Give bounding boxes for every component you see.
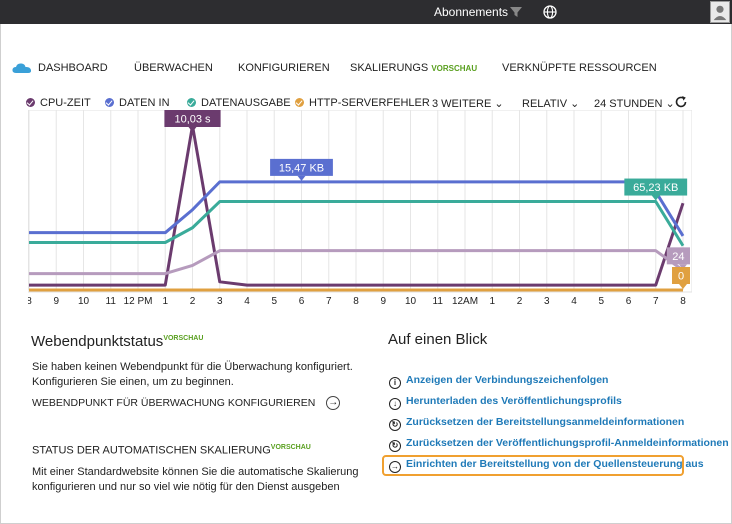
- reset-icon: ↻: [389, 440, 401, 452]
- x-tick-label: 8: [680, 296, 686, 307]
- download-icon: ↓: [389, 398, 401, 410]
- x-tick-label: 8: [353, 296, 359, 307]
- data-label-text: 0: [678, 271, 684, 283]
- refresh-icon[interactable]: [674, 95, 688, 109]
- avatar-icon[interactable]: [710, 1, 730, 23]
- subscriptions-label[interactable]: Abonnements: [434, 5, 508, 19]
- autoscale-status-title: STATUS DER AUTOMATISCHEN SKALIERUNGVORSC…: [32, 440, 311, 459]
- tab-scale[interactable]: SKALIERUNGS VORSCHAU: [350, 62, 477, 74]
- tab-scale-label: SKALIERUNGS: [350, 62, 429, 74]
- metrics-chart: 10,03 s15,47 KB65,23 KB240 8 9 10 11 12 PM 1 2…: [28, 110, 692, 307]
- relative-dropdown[interactable]: RELATIV: [522, 97, 579, 110]
- autoscale-desc-line2: konfigurieren und nur so viel wie nötig …: [32, 481, 340, 493]
- cloud-icon: [12, 63, 32, 73]
- link-reset-publish-profile-credentials[interactable]: ↻ Zurücksetzen der Veröffentlichungsprofi…: [389, 437, 729, 453]
- link-label: Anzeigen der Verbindungszeichenfolgen: [406, 374, 609, 386]
- link-label: Zurücksetzen der Bereitstellungsanmeldei…: [406, 416, 685, 428]
- at-a-glance-title: Auf einen Blick: [388, 331, 488, 348]
- check-icon: [26, 98, 35, 107]
- x-tick-label: 4: [244, 296, 250, 307]
- link-view-connection-strings[interactable]: i Anzeigen der Verbindungszeichenfolgen: [389, 374, 608, 390]
- x-tick-label: 1: [489, 296, 495, 307]
- legend-http-errors-label: HTTP-SERVERFEHLER: [309, 97, 430, 109]
- more-metrics-dropdown[interactable]: 3 WEITERE: [432, 97, 504, 110]
- link-label: Einrichten der Bereitstellung von der Qu…: [406, 458, 704, 470]
- top-bar: Abonnements: [0, 0, 732, 24]
- time-range-dropdown[interactable]: 24 STUNDEN: [594, 97, 675, 110]
- filter-icon[interactable]: [508, 4, 524, 20]
- data-label-text: 24: [672, 251, 684, 263]
- x-tick-label: 2: [517, 296, 523, 307]
- x-tick-label: 12 PM: [124, 296, 153, 307]
- reset-icon: ↻: [389, 419, 401, 431]
- x-tick-label: 7: [326, 296, 332, 307]
- link-reset-deployment-credentials[interactable]: ↻ Zurücksetzen der Bereitstellungsanmelde…: [389, 416, 684, 432]
- legend-cpu-label: CPU-ZEIT: [40, 97, 91, 109]
- x-tick-label: 3: [217, 296, 223, 307]
- configure-endpoint-link[interactable]: WEBENDPUNKT FÜR ÜBERWACHUNG KONFIGURIERE…: [32, 396, 341, 410]
- globe-icon[interactable]: [542, 4, 558, 20]
- autoscale-desc-line1: Mit einer Standardwebsite können Sie die…: [32, 466, 359, 478]
- x-tick-label: 6: [626, 296, 632, 307]
- x-tick-label: 2: [190, 296, 196, 307]
- link-setup-deployment-from-source-control[interactable]: → Einrichten der Bereitstellung von der Q…: [389, 458, 704, 474]
- tab-monitor[interactable]: ÜBERWACHEN: [134, 62, 213, 74]
- x-tick-label: 9: [380, 296, 386, 307]
- legend-data-out-label: DATENAUSGABE: [201, 97, 291, 109]
- x-tick-label: 8: [28, 296, 32, 307]
- data-label-text: 65,23 KB: [633, 182, 678, 194]
- x-tick-label: 9: [53, 296, 59, 307]
- data-label-text: 10,03 s: [174, 114, 211, 126]
- data-label-text: 15,47 KB: [279, 162, 324, 174]
- endpoint-desc-line2: Konfigurieren Sie einen, um zu beginnen.: [32, 376, 234, 388]
- x-tick-label: 7: [653, 296, 659, 307]
- preview-badge: VORSCHAU: [270, 444, 311, 451]
- x-tick-label: 11: [106, 296, 117, 307]
- check-icon: [295, 98, 304, 107]
- arrow-right-icon: →: [326, 396, 341, 410]
- web-endpoint-status-label: Webendpunktstatus: [31, 333, 164, 350]
- legend-data-out[interactable]: DATENAUSGABE: [187, 97, 291, 109]
- endpoint-desc-line1: Sie haben keinen Webendpunkt für die Übe…: [32, 361, 353, 373]
- legend-data-in[interactable]: DATEN IN: [105, 97, 170, 109]
- x-tick-label: 5: [598, 296, 604, 307]
- preview-badge: VORSCHAU: [431, 64, 478, 73]
- tab-linked-resources[interactable]: VERKNÜPFTE RESSOURCEN: [502, 62, 657, 74]
- link-label: Herunterladen des Veröffentlichungsprofi…: [406, 395, 622, 407]
- x-tick-label: 10: [78, 296, 90, 307]
- x-tick-label: 1: [162, 296, 168, 307]
- x-tick-label: 5: [271, 296, 277, 307]
- legend-data-in-label: DATEN IN: [119, 97, 170, 109]
- web-endpoint-status-title: WebendpunktstatusVORSCHAU: [31, 333, 203, 350]
- tab-dashboard[interactable]: DASHBOARD: [38, 62, 108, 74]
- legend-cpu[interactable]: CPU-ZEIT: [26, 97, 91, 109]
- tab-configure[interactable]: KONFIGURIEREN: [238, 62, 330, 74]
- check-icon: [105, 98, 114, 107]
- info-icon: i: [389, 377, 401, 389]
- arrow-right-icon: →: [389, 461, 401, 473]
- x-tick-label: 11: [433, 296, 444, 307]
- check-icon: [187, 98, 196, 107]
- preview-badge: VORSCHAU: [163, 335, 204, 342]
- link-label: Zurücksetzen der Veröffentlichungsprofil…: [406, 437, 729, 449]
- link-download-publish-profile[interactable]: ↓ Herunterladen des Veröffentlichungsprof…: [389, 395, 622, 411]
- configure-endpoint-label: WEBENDPUNKT FÜR ÜBERWACHUNG KONFIGURIERE…: [32, 396, 316, 409]
- x-tick-label: 10: [405, 296, 417, 307]
- autoscale-status-label: STATUS DER AUTOMATISCHEN SKALIERUNG: [32, 444, 271, 457]
- x-tick-label: 6: [299, 296, 305, 307]
- legend-http-errors[interactable]: HTTP-SERVERFEHLER: [295, 97, 430, 109]
- x-tick-label: 3: [544, 296, 550, 307]
- x-tick-label: 4: [571, 296, 577, 307]
- x-tick-label: 12AM: [452, 296, 478, 307]
